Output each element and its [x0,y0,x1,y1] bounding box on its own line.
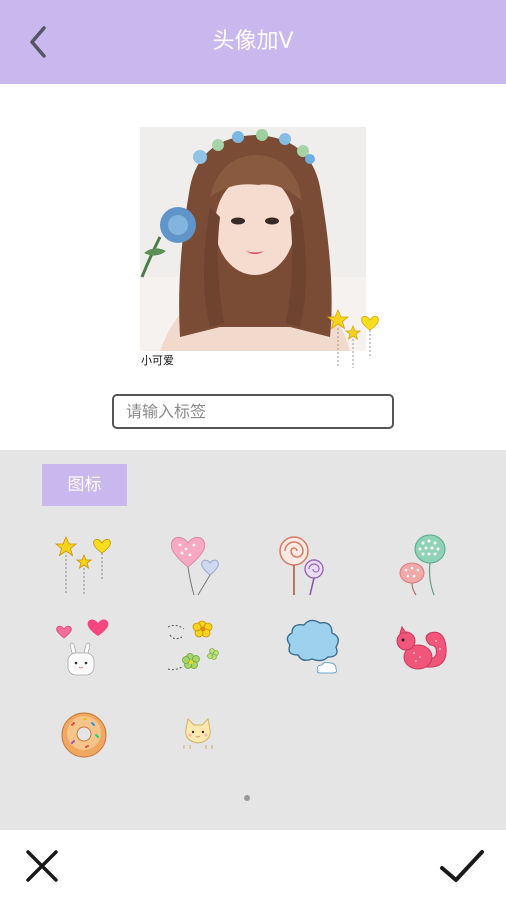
cancel-button[interactable] [20,844,64,888]
flowers-sticker-icon [167,620,219,671]
sticker-item-donut[interactable] [44,698,124,768]
back-button[interactable] [18,22,58,62]
sticker-item-heart-balloons[interactable] [156,530,236,600]
sticker-panel: 图标 [0,450,506,830]
checkmark-icon [440,850,484,882]
confirm-button[interactable] [436,844,488,888]
sticker-item-flowers[interactable] [156,612,236,682]
sticker-item-stars-hearts[interactable] [44,530,124,600]
placed-sticker[interactable] [324,306,384,370]
close-icon [26,850,58,882]
sticker-item-pink-squirrel[interactable] [382,612,462,682]
blue-cloud-sticker-icon [286,619,339,674]
pink-squirrel-sticker-icon [396,625,447,670]
page-indicator-dot [244,795,250,801]
tag-input[interactable] [112,394,394,429]
page-title: 头像加V [212,29,294,54]
bottom-action-bar [0,830,506,900]
kitten-sticker-icon [183,717,213,749]
tab-icons[interactable]: 图标 [42,464,127,506]
donut-sticker-icon [61,712,107,758]
header-bar: 头像加V [0,0,506,84]
photo-caption: 小可爱 [141,354,174,367]
sticker-item-lollipops[interactable] [262,530,342,600]
sticker-item-dot-balloons[interactable] [382,530,462,600]
pink-heart-balloons-sticker-icon [170,536,219,596]
stars-hearts-sticker-icon [326,308,379,368]
stars-hearts-sticker-icon [54,535,111,595]
polka-dot-balloons-sticker-icon [399,534,446,596]
photo-editor-area: 小可爱 [0,84,506,450]
lollipops-sticker-icon [279,536,324,596]
sticker-item-kitten[interactable] [158,698,238,768]
sticker-item-bunny-hearts[interactable] [44,612,124,682]
chevron-left-icon [30,26,46,58]
sticker-item-blue-cloud[interactable] [272,612,352,682]
bunny-hearts-sticker-icon [56,619,109,676]
